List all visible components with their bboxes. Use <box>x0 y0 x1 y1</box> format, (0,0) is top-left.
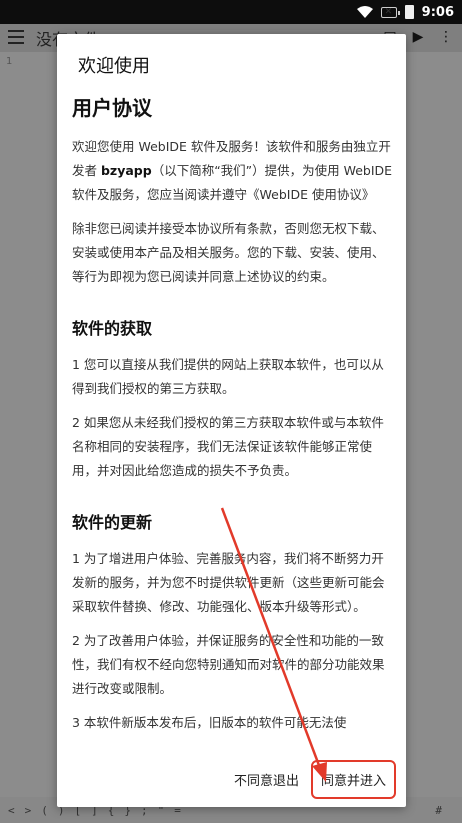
agreement-heading: 用户协议 <box>72 96 152 120</box>
wifi-icon <box>356 6 373 18</box>
user-agreement-dialog: 欢迎使用 用户协议 欢迎您使用 WebIDE 软件及服务！该软件和服务由独立开发… <box>57 34 406 807</box>
obtain-paragraph-2: 2 如果您从未经我们授权的第三方获取本软件或与本软件名称相同的安装程序，我们无法… <box>72 415 384 478</box>
decline-button[interactable]: 不同意退出 <box>230 764 303 795</box>
update-paragraph-1: 1 为了增进用户体验、完善服务内容，我们将不断努力开发新的服务，并为您不时提供软… <box>72 551 385 614</box>
developer-name: bzyapp <box>100 163 152 178</box>
section-title-update: 软件的更新 <box>72 513 153 532</box>
battery-icon: ✕ <box>380 6 400 18</box>
line-number: 1 <box>6 56 13 67</box>
symbol-key[interactable]: > <box>25 804 32 817</box>
dialog-title: 欢迎使用 <box>78 56 150 77</box>
update-paragraph-2: 2 为了改善用户体验，并保证服务的安全性和功能的一致性，我们有权不经向您特别通知… <box>72 633 385 696</box>
agree-button[interactable]: 同意并进入 <box>310 760 396 799</box>
symbol-key[interactable]: ( <box>41 804 48 817</box>
menu-icon[interactable] <box>8 30 24 44</box>
battery-full-icon <box>404 5 414 19</box>
section-title-obtain: 软件的获取 <box>72 319 153 338</box>
status-bar: ✕ 9:06 <box>0 0 462 24</box>
run-icon[interactable]: ▶ <box>410 28 426 46</box>
update-paragraph-3: 3 本软件新版本发布后，旧版本的软件可能无法使 <box>72 715 347 730</box>
obtain-paragraph-1: 1 您可以直接从我们提供的网站上获取本软件，也可以从得到我们授权的第三方获取。 <box>72 357 384 396</box>
intro-paragraph: 欢迎您使用 WebIDE 软件及服务！该软件和服务由独立开发者 bzyapp（以… <box>72 139 393 202</box>
terms-paragraph: 除非您已阅读并接受本协议所有条款，否则您无权下载、安装或使用本产品及相关服务。您… <box>72 221 385 284</box>
more-icon[interactable]: ⋮ <box>438 28 454 46</box>
dialog-actions: 不同意退出 同意并进入 <box>230 760 396 799</box>
symbol-key[interactable]: < <box>8 804 15 817</box>
symbol-key[interactable]: # <box>435 804 442 817</box>
status-time: 9:06 <box>421 4 454 20</box>
dialog-scroll-content[interactable]: 用户协议 欢迎您使用 WebIDE 软件及服务！该软件和服务由独立开发者 bzy… <box>72 88 394 768</box>
